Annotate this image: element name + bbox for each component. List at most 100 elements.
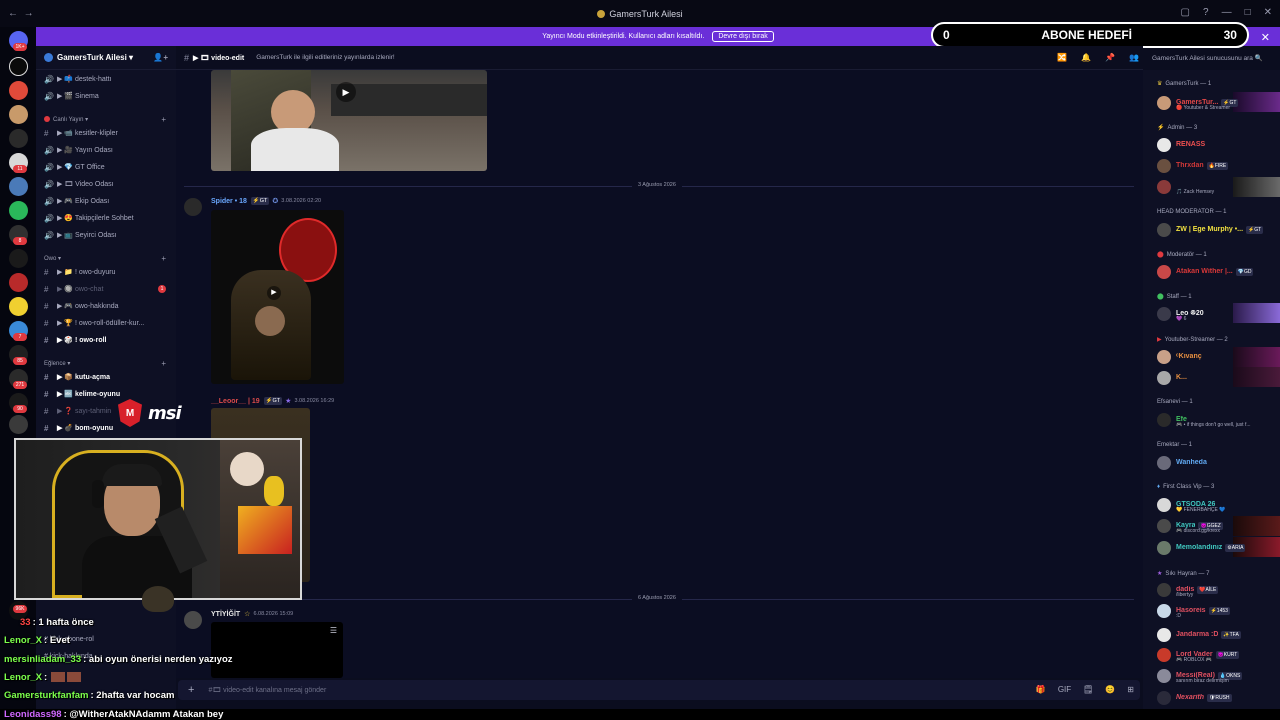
attachment-image[interactable]: ▶ [211,70,487,171]
channel-yayin-odasi[interactable]: 🔊 ▶ 🎥 Yayın Odası [44,143,170,157]
pin-icon[interactable]: 📌 [1105,53,1115,62]
member-item[interactable]: GTSODA 26 💛 FENERBAHÇE 💙 [1157,496,1277,513]
unread-badge: 1K+ [13,43,27,51]
member-item[interactable]: Jandarma :D ✨TFA [1157,626,1277,643]
date-divider-label: 6 Ağustos 2026 [632,595,682,601]
member-item[interactable]: 🎵 Zack Hemsey [1157,178,1277,195]
channel-owo-roll-oduller[interactable]: # ▶ 🏆 ! owo-roll-ödüller-kur... [44,316,170,330]
member-item[interactable]: Wanheda [1157,454,1277,471]
member-item[interactable]: Lord Vader 😈KURT 🎮 ROBLOX 🎮 [1157,646,1277,663]
server-icon[interactable] [9,81,28,100]
member-item[interactable]: GamersTur... ⚡GT 🔴 Youtuber & Streamer [1157,94,1277,111]
add-channel-icon[interactable]: + [161,254,166,263]
channel-kesitler-klipler[interactable]: # ▶ 📹 kesitler-klipler [44,126,170,140]
channel-kutu-acma[interactable]: # ▶ 📦 kutu-açma [44,370,170,384]
member-status: 🔴 Youtuber & Streamer [1176,105,1231,111]
hash-icon: # [44,372,49,382]
category-owo[interactable]: Owo ▾ + [44,252,170,264]
minimize-button[interactable]: — [1222,7,1232,18]
member-status: :D [1176,613,1181,619]
back-icon[interactable]: ← [8,8,18,19]
server-icon[interactable] [9,273,28,292]
server-name-header[interactable]: GamersTurk Ailesi ▾ 👤+ [36,46,176,70]
close-button[interactable]: ✕ [1264,7,1272,18]
channel-owo-chat[interactable]: # ▶ 🔘 owo-chat 1 [44,282,170,296]
server-icon[interactable] [9,177,28,196]
chat-username: mersinliadam_33 [4,654,82,665]
monitor-screen [238,506,292,554]
server-icon[interactable] [9,57,28,76]
member-item[interactable]: Memolandınız ⚙ARIA [1157,539,1277,556]
member-item[interactable]: Hasoreis ⚡1453 :D [1157,602,1277,619]
channel-owo-duyuru[interactable]: # ▶ 📁 ! owo-duyuru [44,265,170,279]
category-canli-yayin[interactable]: Canlı Yayın ▾ + [44,113,170,125]
threads-icon[interactable]: 🔀 [1057,53,1067,62]
forward-icon[interactable]: → [24,8,34,19]
members-icon[interactable]: 👥 [1129,53,1139,62]
message-username[interactable]: __Leoor__ | 19 [211,398,260,405]
sticker-icon[interactable]: 🗒 [1083,685,1093,694]
chat-username: 33 [20,617,31,628]
play-icon[interactable]: ▶ [267,286,281,300]
add-channel-icon[interactable]: + [161,359,166,368]
server-name[interactable]: GamersTurk Ailesi ▾ [57,53,133,62]
channel-owo-roll[interactable]: # ▶ 🎲 ! owo-roll [44,333,170,347]
message-username[interactable]: Spider • 18 [211,198,247,205]
channel-seyirci-odasi[interactable]: 🔊 ▶ 📺 Seyirci Odası [44,228,170,242]
channel-takipcilerle-sohbet[interactable]: 🔊 ▶ 😍 Takipçilerle Sohbet [44,211,170,225]
close-icon[interactable]: ✕ [1261,31,1270,44]
emoji-icon[interactable]: 😊 [1105,685,1115,694]
message-composer[interactable]: + #🎞 video-edit kanalına mesaj gönder 🎁 … [178,680,1140,700]
server-icon[interactable] [9,297,28,316]
nav-arrows[interactable]: ← → [8,8,34,19]
inbox-icon[interactable]: ▢ [1181,7,1190,18]
server-icon[interactable] [9,105,28,124]
message-list: ▶ 3 Ağustos 2026 Spider • 18 ⚡GT ✪ 3.08.… [176,70,1143,678]
member-category: ▶ Youtuber-Streamer — 2 [1157,336,1228,344]
member-item[interactable]: Efe 🎮 • if things don't go well, just f.… [1157,411,1277,428]
header-actions: 🔀 🔔 📌 👥 [1057,53,1139,62]
member-item[interactable]: RENASS [1157,136,1277,153]
category-eglence[interactable]: Eğlence ▾ + [44,357,170,369]
add-channel-icon[interactable]: + [161,115,166,124]
member-item[interactable]: Atakan Wither |... 💎GD [1157,263,1277,280]
member-item[interactable]: Leo ꔮ20 💜 6 [1157,305,1277,322]
channel-destek-hatti[interactable]: 🔊 ▶ 📫 destek-hattı [44,72,170,86]
channel-sinema[interactable]: 🔊 ▶ 🎬 Sinema [44,89,170,103]
server-icon[interactable] [9,249,28,268]
server-icon[interactable] [9,415,28,434]
gift-icon[interactable]: 🎁 [1036,685,1046,694]
hash-icon: # [44,423,49,433]
add-member-icon[interactable]: 👤+ [153,53,168,62]
disable-streamer-mode-button[interactable]: Devre dışı bırak [712,31,774,42]
member-item[interactable]: ᶜKıvanç [1157,348,1277,365]
channel-gt-office[interactable]: 🔊 ▶ 💎 GT Office [44,160,170,174]
server-icon[interactable] [9,201,28,220]
channel-ekip-odasi[interactable]: 🔊 ▶ 🎮 Ekip Odası [44,194,170,208]
bell-icon[interactable]: 🔔 [1081,53,1091,62]
member-item[interactable]: Messi(Real) 💧OKNS sanırım biraz delirmiş… [1157,667,1277,684]
chat-username: Lenor_X [4,635,43,646]
member-item[interactable]: ZW | Ege Murphy •... ⚡GT [1157,221,1277,238]
bee-mascot-icon [142,586,174,612]
gif-icon[interactable]: GIF [1058,685,1071,694]
options-icon[interactable]: ☰ [330,626,337,635]
member-item[interactable]: dadis ❤️AİLE /libertyy [1157,581,1277,598]
member-item[interactable]: Thrxdan 🔥FIRE [1157,157,1277,174]
apps-icon[interactable]: ⊞ [1127,685,1134,694]
attachment-image[interactable]: ▶ [211,210,344,384]
play-icon[interactable]: ▶ [336,82,356,102]
channel-video-odasi[interactable]: 🔊 ▶ 🎞 Video Odası [44,177,170,191]
member-item[interactable]: Kayra 😈GGEZ 🎮 discord.gg/krexx [1157,517,1277,534]
search-input[interactable]: GamersTurk Ailesi sunucusunu ara 🔍 [1152,50,1272,65]
staff-icon: ⬤ [1157,294,1164,300]
speaker-icon: 🔊 [44,74,54,84]
member-item[interactable]: K... [1157,369,1277,386]
avatar[interactable] [184,198,202,216]
hash-icon: # [44,267,49,277]
maximize-button[interactable]: □ [1245,7,1251,18]
help-icon[interactable]: ? [1203,7,1209,18]
member-item[interactable]: Nexarith 🛡RUSH [1157,689,1277,706]
channel-owo-hakkinda[interactable]: # ▶ 🎮 owo-hakkında [44,299,170,313]
server-icon[interactable] [9,129,28,148]
